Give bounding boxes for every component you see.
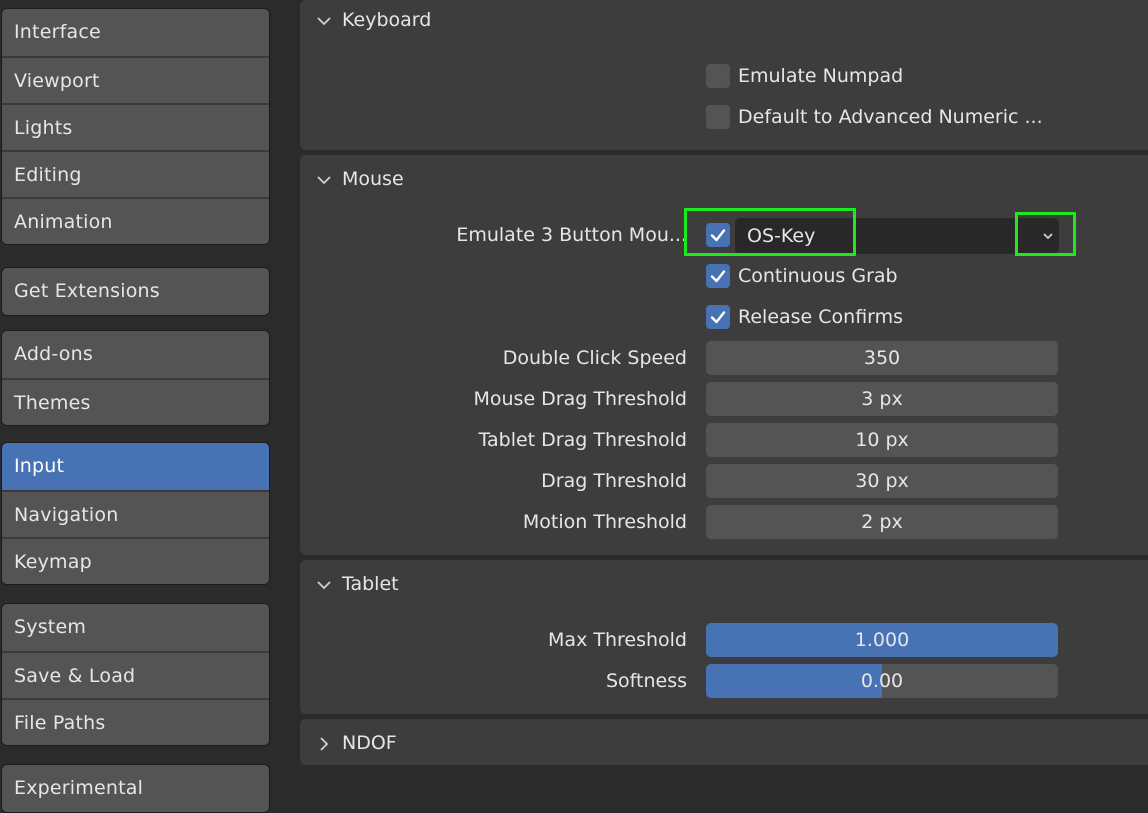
default-advanced-numeric-checkbox[interactable] [706,105,730,129]
sidebar-item-input[interactable]: Input [2,443,269,490]
emulate-3-button-checkbox[interactable] [706,223,730,247]
sidebar-item-experimental[interactable]: Experimental [2,765,269,812]
softness-slider[interactable]: 0.00 [706,664,1058,698]
emulate-numpad-checkbox[interactable] [706,64,730,88]
ndof-panel-header[interactable]: NDOF [300,723,600,763]
keyboard-panel-title: Keyboard [342,9,432,31]
release-confirms-label: Release Confirms [738,306,904,328]
max-threshold-slider[interactable]: 1.000 [706,623,1058,657]
preferences-main: Keyboard Emulate Numpad Default to Advan… [300,0,1148,803]
tablet-panel-title: Tablet [342,573,399,595]
sidebar-item-themes[interactable]: Themes [2,378,269,425]
sidebar-item-add-ons[interactable]: Add-ons [2,331,269,378]
ndof-panel: NDOF [300,719,1148,765]
softness-label: Softness [605,670,687,692]
chevron-down-icon [316,12,332,28]
sidebar-item-file-paths[interactable]: File Paths [2,698,269,745]
nav-group-5: System Save & Load File Paths [1,603,270,746]
sidebar-item-get-extensions[interactable]: Get Extensions [2,268,269,315]
chevron-right-icon [316,735,332,751]
emulate-3-button-modifier-dropdown[interactable]: OS-Key [735,218,1059,254]
mouse-drag-threshold-field[interactable]: 3 px [706,382,1058,416]
tablet-panel-header[interactable]: Tablet [300,564,600,604]
tablet-drag-threshold-field[interactable]: 10 px [706,423,1058,457]
field-value: 30 px [855,470,909,492]
field-value: 10 px [855,429,909,451]
tablet-drag-threshold-label: Tablet Drag Threshold [478,429,687,451]
mouse-drag-threshold-label: Mouse Drag Threshold [473,388,687,410]
sidebar-item-editing[interactable]: Editing [2,150,269,197]
sidebar-item-keymap[interactable]: Keymap [2,537,269,584]
dropdown-value: OS-Key [747,225,816,247]
nav-group-3: Add-ons Themes [1,330,270,426]
sidebar-item-lights[interactable]: Lights [2,103,269,150]
chevron-down-icon[interactable] [1039,227,1057,250]
slider-value: 0.00 [860,670,904,692]
sidebar-item-system[interactable]: System [2,604,269,651]
sidebar-item-save-load[interactable]: Save & Load [2,651,269,698]
field-value: 3 px [861,388,903,410]
checkmark-icon [710,311,726,324]
continuous-grab-checkbox[interactable] [706,264,730,288]
sidebar-item-navigation[interactable]: Navigation [2,490,269,537]
drag-threshold-field[interactable]: 30 px [706,464,1058,498]
double-click-speed-label: Double Click Speed [502,347,687,369]
preferences-sidebar: Interface Viewport Lights Editing Animat… [0,0,272,813]
field-value: 350 [863,347,901,369]
field-value: 2 px [861,511,903,533]
continuous-grab-label: Continuous Grab [738,265,898,287]
slider-value: 1.000 [854,629,910,651]
sidebar-item-interface[interactable]: Interface [2,9,269,56]
sidebar-item-viewport[interactable]: Viewport [2,56,269,103]
sidebar-item-animation[interactable]: Animation [2,197,269,244]
mouse-panel-header[interactable]: Mouse [300,159,600,199]
max-threshold-label: Max Threshold [548,629,687,651]
motion-threshold-label: Motion Threshold [522,511,687,533]
drag-threshold-label: Drag Threshold [541,470,687,492]
mouse-panel-title: Mouse [342,168,404,190]
checkmark-icon [710,229,726,242]
emulate-3-button-label: Emulate 3 Button Mou... [456,224,687,246]
checkmark-icon [710,270,726,283]
keyboard-panel: Keyboard Emulate Numpad Default to Advan… [300,0,1148,150]
chevron-down-icon [316,171,332,187]
keyboard-panel-header[interactable]: Keyboard [300,0,600,40]
default-advanced-numeric-label: Default to Advanced Numeric ... [738,106,1043,128]
nav-group-4: Input Navigation Keymap [1,442,270,585]
nav-group-1: Interface Viewport Lights Editing Animat… [1,8,270,245]
nav-group-2: Get Extensions [1,267,270,316]
emulate-numpad-label: Emulate Numpad [738,65,904,87]
release-confirms-checkbox[interactable] [706,305,730,329]
double-click-speed-field[interactable]: 350 [706,341,1058,375]
nav-group-6: Experimental [1,764,270,813]
ndof-panel-title: NDOF [342,732,397,754]
motion-threshold-field[interactable]: 2 px [706,505,1058,539]
chevron-down-icon [316,576,332,592]
